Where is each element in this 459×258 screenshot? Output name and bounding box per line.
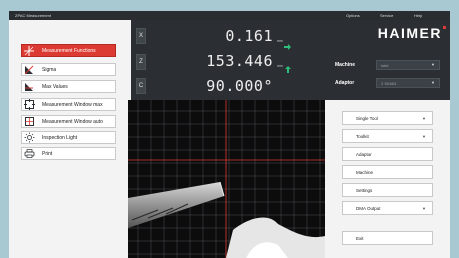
- measurement-functions-button[interactable]: Measurement Functions: [21, 44, 116, 57]
- chevron-down-icon: ▼: [422, 116, 426, 121]
- settings-label: Settings: [356, 187, 373, 193]
- header-right-panel: HAIMER Machine intel ▼ Adaptor 2 SK663 ▼: [325, 20, 450, 100]
- axis-z-unit: mm: [277, 64, 283, 68]
- axis-c-value: 90.000°: [206, 77, 273, 95]
- measurement-window-max-label: Measurement Window max: [42, 101, 103, 108]
- window-auto-icon: [22, 116, 36, 127]
- single-tool-label: Single Tool: [356, 115, 378, 121]
- measurement-window-auto-label: Measurement Window auto: [42, 118, 103, 125]
- exit-button[interactable]: Exit: [342, 231, 433, 245]
- dma-output-label: DMA Output: [356, 205, 381, 211]
- axis-c-button[interactable]: C: [136, 78, 146, 94]
- app-title: ZPAC Measurement: [15, 13, 51, 18]
- max-values-button[interactable]: Max Values: [21, 80, 116, 93]
- light-icon: [22, 132, 36, 143]
- axis-x-unit: mm: [277, 39, 283, 43]
- chevron-down-icon: ▼: [422, 206, 426, 211]
- adaptor-button-label: Adaptor: [356, 151, 372, 157]
- print-button[interactable]: Print: [21, 147, 116, 160]
- measurement-window-max-button[interactable]: Measurement Window max: [21, 98, 116, 111]
- window-max-icon: [22, 99, 36, 110]
- measurement-window-auto-button[interactable]: Measurement Window auto: [21, 115, 116, 128]
- exit-label: Exit: [356, 235, 364, 241]
- machine-button-label: Machine: [356, 169, 374, 175]
- sigma-label: Sigma: [42, 66, 57, 73]
- adaptor-value: 2 SK663: [381, 80, 397, 86]
- sigma-icon: [22, 64, 36, 75]
- adaptor-label: Adaptor: [335, 80, 355, 86]
- machine-button[interactable]: Machine: [342, 165, 433, 179]
- inspection-light-button[interactable]: Inspection Light: [21, 131, 116, 144]
- machine-select[interactable]: intel ▼: [376, 60, 440, 70]
- function-sidebar: Measurement Functions Sigma Max Values M…: [9, 20, 131, 258]
- arrow-right-icon: [284, 37, 291, 55]
- title-bar: ZPAC Measurement Options Service Help: [9, 11, 450, 20]
- axis-x-button[interactable]: X: [136, 28, 146, 44]
- chevron-down-icon: ▼: [431, 62, 435, 67]
- max-values-icon: [22, 81, 36, 92]
- axis-z-value: 153.446: [206, 52, 273, 70]
- machine-label: Machine: [335, 62, 356, 68]
- machine-value: intel: [381, 62, 389, 68]
- camera-view[interactable]: [128, 100, 325, 258]
- sigma-button[interactable]: Sigma: [21, 63, 116, 76]
- max-values-label: Max Values: [42, 83, 68, 90]
- tool-menu-panel: Single Tool ▼ Toolkit ▼ Adaptor Machine …: [325, 100, 450, 258]
- haimer-logo: HAIMER: [377, 25, 442, 41]
- arrow-up-icon: [285, 60, 291, 78]
- toolkit-label: Toolkit: [356, 133, 369, 139]
- crosshair-icon: [22, 45, 36, 56]
- inspection-light-label: Inspection Light: [42, 134, 78, 141]
- measurement-functions-label: Measurement Functions: [42, 47, 96, 54]
- toolkit-button[interactable]: Toolkit ▼: [342, 129, 433, 143]
- menu-options[interactable]: Options: [346, 13, 360, 18]
- axis-x-value: 0.161: [225, 27, 273, 45]
- menu-help[interactable]: Help: [414, 13, 422, 18]
- settings-button[interactable]: Settings: [342, 183, 433, 197]
- menu-service[interactable]: Service: [380, 13, 393, 18]
- dma-output-button[interactable]: DMA Output ▼: [342, 201, 433, 215]
- chevron-down-icon: ▼: [431, 80, 435, 85]
- single-tool-button[interactable]: Single Tool ▼: [342, 111, 433, 125]
- chevron-down-icon: ▼: [422, 134, 426, 139]
- axis-z-button[interactable]: Z: [136, 54, 146, 70]
- application-window: ZPAC Measurement Options Service Help Me…: [9, 11, 450, 258]
- printer-icon: [22, 148, 36, 159]
- adaptor-button[interactable]: Adaptor: [342, 147, 433, 161]
- measurement-grid: [128, 100, 325, 258]
- print-label: Print: [42, 150, 53, 157]
- position-readout: X Z C 0.161 153.446 90.000° mm mm: [131, 20, 325, 100]
- adaptor-select[interactable]: 2 SK663 ▼: [376, 78, 440, 88]
- logo-accent-dot: [443, 26, 446, 29]
